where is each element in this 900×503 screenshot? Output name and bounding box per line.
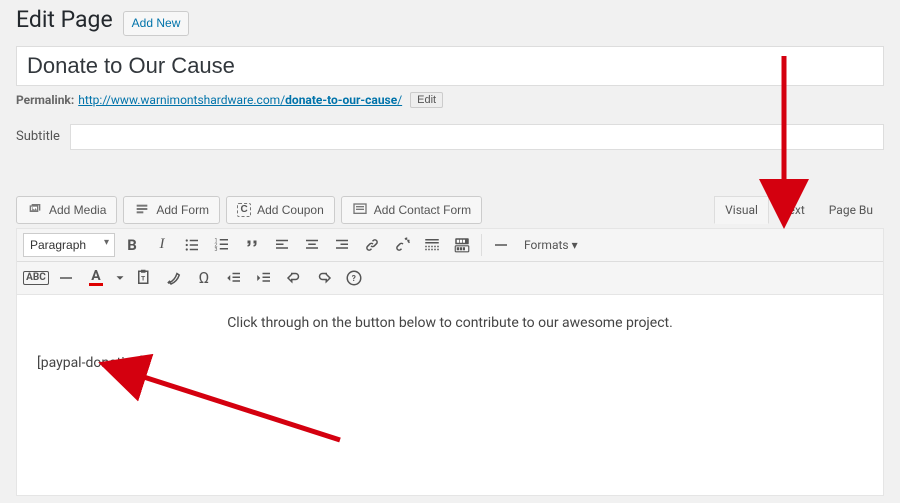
form-icon — [134, 202, 150, 218]
clear-formatting-button[interactable] — [161, 266, 187, 290]
tab-text[interactable]: Text — [771, 196, 816, 224]
outdent-button[interactable] — [221, 266, 247, 290]
toolbar-toggle-button[interactable] — [449, 233, 475, 257]
undo-button[interactable] — [281, 266, 307, 290]
quote-button[interactable] — [239, 233, 265, 257]
bullet-list-button[interactable] — [179, 233, 205, 257]
add-form-button[interactable]: Add Form — [123, 196, 220, 224]
formats-dropdown[interactable]: Formats ▾ — [518, 234, 584, 256]
align-left-button[interactable] — [269, 233, 295, 257]
italic-button[interactable]: I — [149, 233, 175, 257]
content-line1: Click through on the button below to con… — [37, 315, 863, 331]
content-shortcode: [paypal-donation] — [37, 355, 863, 371]
editor-body[interactable]: Click through on the button below to con… — [17, 295, 883, 495]
text-color-arrow[interactable] — [113, 266, 127, 290]
add-coupon-button[interactable]: C Add Coupon — [226, 196, 335, 224]
subtitle-label: Subtitle — [16, 129, 60, 144]
svg-text:3: 3 — [215, 247, 218, 253]
page-heading: Edit Page — [16, 6, 113, 33]
hr-button[interactable] — [488, 233, 514, 257]
strikethrough-button[interactable]: ABC — [23, 266, 49, 290]
bold-button[interactable]: B — [119, 233, 145, 257]
add-contact-form-button[interactable]: Add Contact Form — [341, 196, 482, 224]
tab-page-builder[interactable]: Page Bu — [818, 196, 884, 224]
permalink-row: Permalink: http://www.warnimontshardware… — [16, 92, 884, 108]
special-char-button[interactable]: Ω — [191, 266, 217, 290]
edit-permalink-button[interactable]: Edit — [410, 92, 443, 108]
media-icon — [27, 202, 43, 218]
paste-text-button[interactable]: T — [131, 266, 157, 290]
text-color-button[interactable]: A — [83, 266, 109, 290]
hr-button-2[interactable] — [53, 266, 79, 290]
svg-text:T: T — [141, 274, 146, 282]
align-right-button[interactable] — [329, 233, 355, 257]
align-center-button[interactable] — [299, 233, 325, 257]
numbered-list-button[interactable]: 123 — [209, 233, 235, 257]
help-button[interactable]: ? — [341, 266, 367, 290]
add-media-button[interactable]: Add Media — [16, 196, 117, 224]
add-new-button[interactable]: Add New — [123, 11, 190, 36]
svg-text:?: ? — [352, 274, 356, 284]
editor-container: Paragraph B I 123 Formats ▾ ABC A T — [16, 228, 884, 496]
coupon-icon: C — [237, 203, 251, 217]
redo-button[interactable] — [311, 266, 337, 290]
link-button[interactable] — [359, 233, 385, 257]
more-button[interactable] — [419, 233, 445, 257]
tab-visual[interactable]: Visual — [714, 196, 769, 224]
subtitle-input[interactable] — [70, 124, 884, 150]
contact-form-icon — [352, 202, 368, 218]
paragraph-select[interactable]: Paragraph — [23, 233, 115, 257]
page-title-input[interactable] — [16, 46, 884, 86]
permalink-link[interactable]: http://www.warnimontshardware.com/donate… — [78, 93, 402, 107]
indent-button[interactable] — [251, 266, 277, 290]
permalink-label: Permalink: — [16, 93, 74, 107]
unlink-button[interactable] — [389, 233, 415, 257]
